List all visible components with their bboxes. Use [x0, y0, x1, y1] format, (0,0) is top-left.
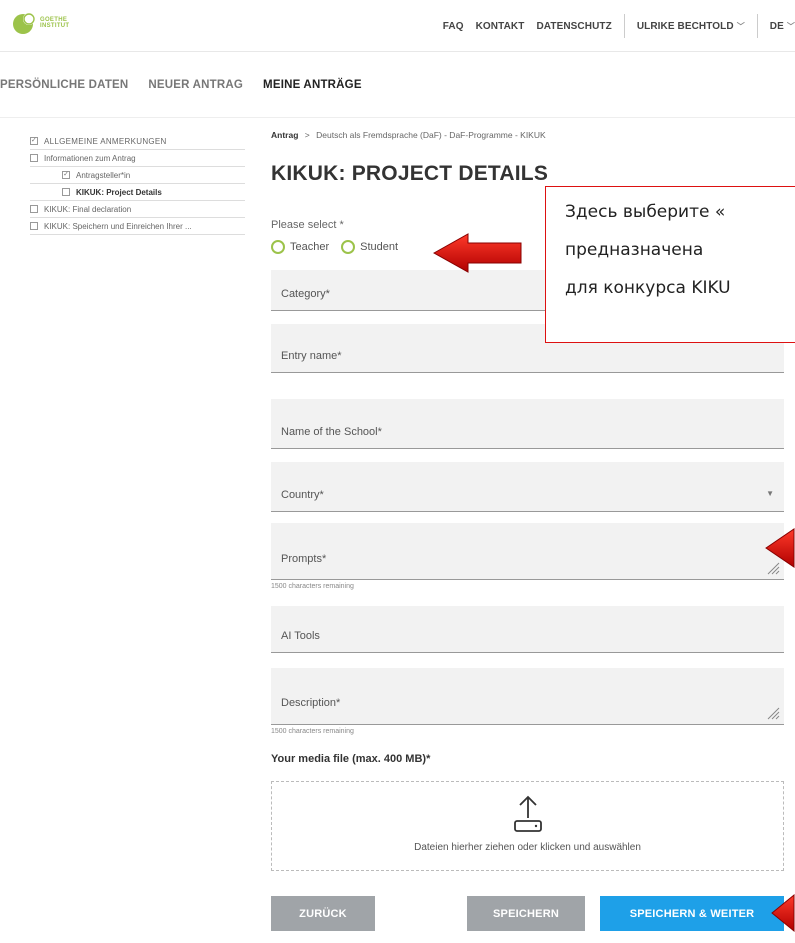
sidebar: ✓ ALLGEMEINE ANMERKUNGEN Informationen z…	[30, 133, 245, 235]
logo-text-2: INSTITUT	[40, 23, 70, 29]
sidebar-item-antragsteller[interactable]: ✓ Antragsteller*in	[30, 167, 245, 184]
breadcrumb-path: Deutsch als Fremdsprache (DaF) - DaF-Pro…	[316, 130, 546, 140]
annotation-line-3: для конкурса KIKU	[565, 278, 731, 298]
annotation-note: Здесь выберите « предназначена для конку…	[545, 186, 795, 343]
sidebar-item-label: KIKUK: Final declaration	[44, 204, 132, 214]
country-select[interactable]: Country* ▼	[271, 462, 784, 512]
checkbox-icon	[30, 205, 38, 213]
prompts-textarea[interactable]: Prompts*	[271, 523, 784, 580]
nav-faq[interactable]: FAQ	[443, 21, 464, 32]
checkbox-icon	[30, 222, 38, 230]
nav-divider	[623, 14, 625, 38]
annotation-arrow-left-icon	[765, 528, 795, 568]
checkbox-checked-icon: ✓	[62, 171, 70, 179]
language-label: DE	[769, 20, 784, 32]
description-char-counter: 1500 characters remaining	[271, 728, 354, 735]
description-textarea[interactable]: Description*	[271, 668, 784, 725]
tab-meine-antraege[interactable]: MEINE ANTRÄGE	[263, 79, 362, 91]
prompts-char-counter: 1500 characters remaining	[271, 583, 354, 590]
school-name-input[interactable]: Name of the School*	[271, 399, 784, 449]
school-name-label: Name of the School*	[281, 426, 382, 438]
sidebar-item-label: KIKUK: Project Details	[76, 187, 162, 197]
top-nav: FAQ KONTAKT DATENSCHUTZ ULRIKE BECHTOLD ﹀…	[431, 0, 795, 52]
checkbox-icon	[62, 188, 70, 196]
goethe-logo[interactable]: GOETHE INSTITUT	[12, 10, 84, 36]
sidebar-item-label: Antragsteller*in	[76, 170, 131, 180]
back-button[interactable]: ZURÜCK	[271, 896, 375, 931]
annotation-arrow-left-icon	[771, 893, 795, 933]
main-nav: PERSÖNLICHE DATEN NEUER ANTRAG MEINE ANT…	[0, 52, 795, 118]
ai-tools-input[interactable]: AI Tools	[271, 606, 784, 653]
nav-datenschutz[interactable]: DATENSCHUTZ	[536, 21, 611, 32]
dropdown-caret-icon: ▼	[766, 489, 774, 498]
description-label: Description*	[281, 697, 341, 709]
country-label: Country*	[281, 489, 324, 501]
file-dropzone[interactable]: Dateien hierher ziehen oder klicken und …	[271, 781, 784, 871]
media-file-label: Your media file (max. 400 MB)*	[271, 753, 431, 765]
ai-tools-label: AI Tools	[281, 630, 320, 642]
breadcrumb-separator: >	[304, 130, 310, 140]
sidebar-item-label: Informationen zum Antrag	[44, 153, 136, 163]
category-label: Category*	[281, 288, 330, 300]
annotation-arrow-left-icon	[432, 233, 522, 273]
chevron-down-icon: ﹀	[736, 21, 745, 31]
sidebar-item-project-details[interactable]: KIKUK: Project Details	[30, 184, 245, 201]
goethe-logo-icon	[13, 13, 35, 34]
annotation-line-1: Здесь выберите «	[565, 202, 726, 222]
tab-persoenliche-daten[interactable]: PERSÖNLICHE DATEN	[0, 79, 128, 91]
breadcrumb: Antrag > Deutsch als Fremdsprache (DaF) …	[271, 130, 784, 150]
entry-name-label: Entry name*	[281, 350, 342, 362]
radio-circle-icon	[341, 240, 356, 254]
resize-handle-icon[interactable]	[764, 704, 780, 720]
sidebar-item-label: KIKUK: Speichern und Einreichen Ihrer ..…	[44, 221, 192, 231]
nav-kontakt[interactable]: KONTAKT	[476, 21, 525, 32]
sidebar-item-final-declaration[interactable]: KIKUK: Final declaration	[30, 201, 245, 218]
top-bar: GOETHE INSTITUT FAQ KONTAKT DATENSCHUTZ …	[0, 0, 795, 52]
breadcrumb-root[interactable]: Antrag	[271, 130, 298, 140]
radio-student[interactable]: Student	[341, 240, 398, 254]
checkbox-icon	[30, 154, 38, 162]
upload-icon	[514, 795, 542, 832]
nav-divider	[756, 14, 758, 38]
radio-teacher-label: Teacher	[290, 241, 330, 253]
radio-teacher[interactable]: Teacher	[271, 240, 329, 254]
user-name: ULRIKE BECHTOLD	[636, 20, 734, 32]
radio-student-label: Student	[360, 241, 399, 253]
save-button[interactable]: SPEICHERN	[467, 896, 585, 931]
sidebar-item-speichern[interactable]: KIKUK: Speichern und Einreichen Ihrer ..…	[30, 218, 245, 235]
annotation-line-2: предназначена	[565, 240, 704, 260]
language-select[interactable]: DE ﹀	[770, 21, 795, 32]
sidebar-item-label: ALLGEMEINE ANMERKUNGEN	[44, 136, 167, 146]
save-and-continue-button[interactable]: SPEICHERN & WEITER	[600, 896, 784, 931]
chevron-down-icon: ﹀	[786, 21, 795, 31]
sidebar-item-informationen[interactable]: Informationen zum Antrag	[30, 150, 245, 167]
checkbox-checked-icon: ✓	[30, 137, 38, 145]
prompts-label: Prompts*	[281, 553, 327, 565]
dropzone-text: Dateien hierher ziehen oder klicken und …	[414, 842, 641, 853]
sidebar-item-allgemeine-anmerkungen[interactable]: ✓ ALLGEMEINE ANMERKUNGEN	[30, 133, 245, 150]
radio-circle-icon	[271, 240, 285, 254]
user-menu[interactable]: ULRIKE BECHTOLD ﹀	[637, 21, 745, 32]
tab-neuer-antrag[interactable]: NEUER ANTRAG	[148, 79, 243, 91]
